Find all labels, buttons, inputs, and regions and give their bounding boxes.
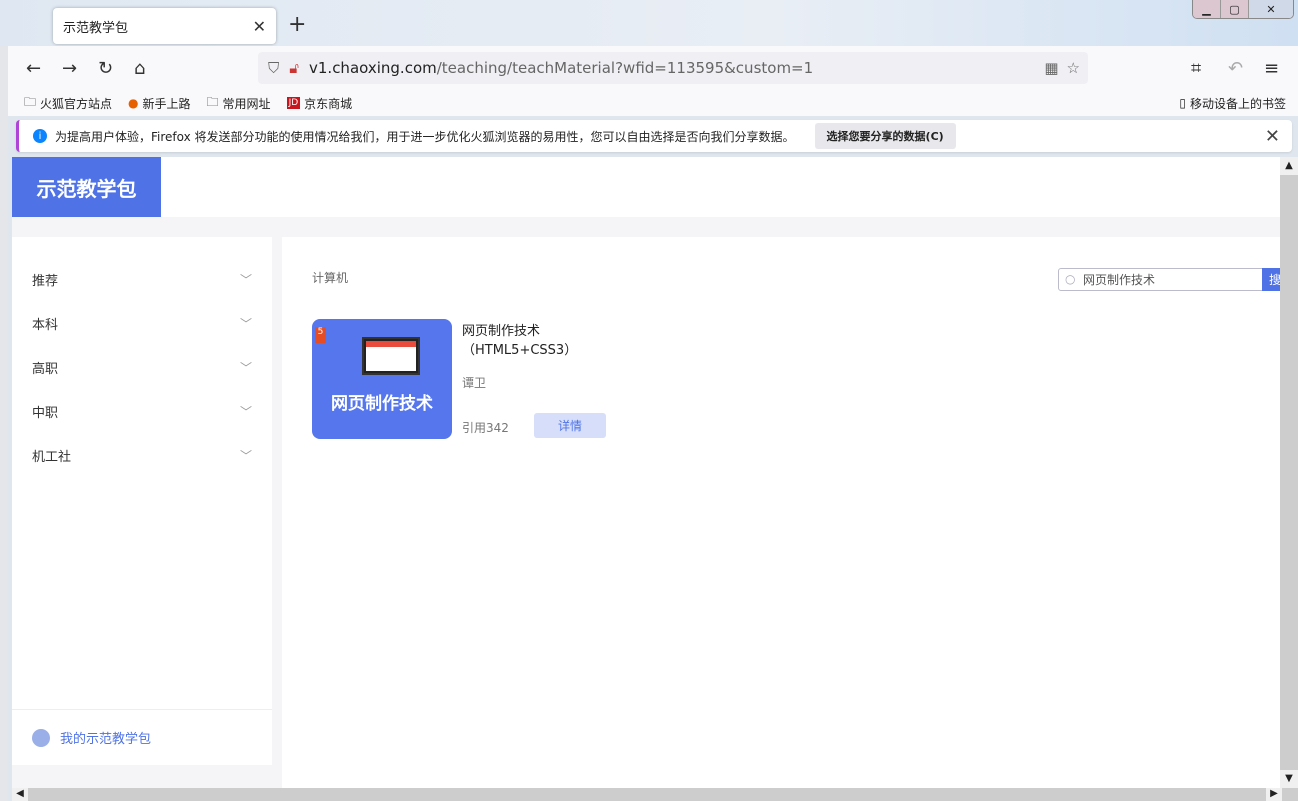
- sidebar-item-publisher[interactable]: 机工社 ﹀: [12, 433, 272, 477]
- shield-icon[interactable]: ⛉: [268, 59, 279, 77]
- devices-illustration: [362, 337, 420, 375]
- bookmark-label: 火狐官方站点: [40, 96, 113, 111]
- notice-text: 为提高用户体验，Firefox 将发送部分功能的使用情况给我们，用于进一步优化火…: [55, 129, 795, 144]
- undo-icon[interactable]: ↶: [1228, 58, 1243, 79]
- sidebar-item-label: 机工社: [32, 449, 72, 465]
- sidebar: 推荐 ﹀ 本科 ﹀ 高职 ﹀ 中职 ﹀ 机工社 ﹀ 我的示范教学包: [12, 237, 272, 765]
- bookmark-folder[interactable]: 🗀︎ 常用网址: [207, 93, 271, 114]
- bookmark-label: 新手上路: [142, 96, 191, 111]
- book-cover[interactable]: 5 网页制作技术: [312, 319, 452, 439]
- site-logo[interactable]: 示范教学包: [12, 157, 161, 217]
- scroll-down-icon[interactable]: ▼: [1280, 770, 1298, 788]
- chevron-down-icon: ﹀: [239, 404, 252, 419]
- browser-tab[interactable]: 示范教学包 ✕: [53, 8, 276, 44]
- detail-button[interactable]: 详情: [534, 413, 606, 438]
- firefox-icon: ●: [128, 96, 139, 110]
- close-window-button[interactable]: ✕: [1249, 0, 1293, 18]
- scroll-left-icon[interactable]: ◀: [12, 788, 28, 801]
- close-notice-icon[interactable]: ✕: [1265, 126, 1280, 147]
- bookmarks-bar: 🗀︎ 火狐官方站点 ● 新手上路 🗀︎ 常用网址 JD 京东商城 ▯ 移动设备上的书签: [8, 90, 1298, 116]
- folder-icon: 🗀︎: [206, 94, 219, 109]
- my-packages-label: 我的示范教学包: [60, 732, 152, 747]
- horizontal-scrollbar[interactable]: ◀ ▶: [12, 788, 1298, 801]
- chevron-down-icon: ﹀: [239, 360, 252, 375]
- desktop-edge: [0, 46, 8, 801]
- site-header: 示范教学包: [12, 157, 1280, 217]
- sidebar-item-undergrad[interactable]: 本科 ﹀: [12, 301, 272, 345]
- share-data-button[interactable]: 选择您要分享的数据(C): [814, 123, 956, 149]
- url-bar[interactable]: ⛉ 🔓︎ v1.chaoxing.com/teaching/teachMater…: [258, 52, 1088, 84]
- book-author: 谭卫: [462, 376, 487, 390]
- menu-icon[interactable]: ≡: [1264, 58, 1279, 79]
- chevron-down-icon: ﹀: [239, 316, 252, 331]
- book-title-line: （HTML5+CSS3）: [462, 343, 578, 358]
- book-title-line: 网页制作技术: [462, 324, 541, 339]
- bookmark[interactable]: ● 新手上路: [128, 95, 191, 112]
- url-path: /teaching/teachMaterial?wfid=113595&cust…: [436, 59, 814, 77]
- sidebar-item-secondary-vocational[interactable]: 中职 ﹀: [12, 389, 272, 433]
- vertical-scrollbar[interactable]: ▲ ▼: [1280, 157, 1298, 788]
- bookmark-label: 京东商城: [304, 96, 353, 111]
- new-tab-button[interactable]: +: [288, 12, 306, 37]
- my-packages-link[interactable]: 我的示范教学包: [12, 709, 272, 765]
- notification-bar: i 为提高用户体验，Firefox 将发送部分功能的使用情况给我们，用于进一步优…: [16, 120, 1292, 152]
- search-input[interactable]: ○ 网页制作技术: [1058, 268, 1268, 291]
- sidebar-item-label: 中职: [32, 405, 59, 421]
- title-bar: 示范教学包 ✕ + ▁ ▢ ✕: [0, 0, 1298, 46]
- sidebar-item-label: 高职: [32, 361, 59, 377]
- info-icon: i: [33, 129, 47, 143]
- search-value: 网页制作技术: [1083, 273, 1156, 287]
- mobile-bookmarks[interactable]: ▯ 移动设备上的书签: [1179, 95, 1286, 112]
- phone-icon: ▯: [1179, 96, 1186, 110]
- chevron-down-icon: ﹀: [239, 448, 252, 463]
- home-icon[interactable]: ⌂: [134, 58, 145, 79]
- scroll-up-icon[interactable]: ▲: [1280, 157, 1298, 175]
- sidebar-item-recommend[interactable]: 推荐 ﹀: [12, 257, 272, 301]
- html5-badge-icon: 5: [315, 327, 326, 343]
- maximize-button[interactable]: ▢: [1221, 0, 1249, 18]
- category-title: 计算机: [312, 271, 349, 285]
- back-icon[interactable]: ←: [26, 58, 41, 79]
- bookmark[interactable]: JD 京东商城: [286, 95, 353, 112]
- bookmark-label: 移动设备上的书签: [1189, 96, 1286, 111]
- forward-icon[interactable]: →: [62, 58, 77, 79]
- screenshot-icon[interactable]: ⌗: [1191, 58, 1201, 79]
- main-content: 计算机 ○ 网页制作技术 搜 5 网页制作技术 网页制作技术 （HTML5+CSS3…: [282, 237, 1280, 788]
- insecure-lock-icon[interactable]: 🔓︎: [289, 59, 299, 77]
- sidebar-item-vocational-college[interactable]: 高职 ﹀: [12, 345, 272, 389]
- url-host: v1.chaoxing.com: [309, 59, 437, 77]
- bookmark-label: 常用网址: [222, 96, 271, 111]
- jd-icon: JD: [286, 97, 301, 109]
- window-controls: ▁ ▢ ✕: [1192, 0, 1294, 19]
- book-title[interactable]: 网页制作技术 （HTML5+CSS3）: [462, 322, 577, 360]
- star-icon[interactable]: ☆: [1067, 59, 1080, 77]
- book-info: 网页制作技术 （HTML5+CSS3） 谭卫: [462, 322, 577, 391]
- chevron-down-icon: ﹀: [239, 272, 252, 287]
- search-button[interactable]: 搜: [1262, 268, 1280, 291]
- qr-code-icon[interactable]: ▦: [1044, 59, 1058, 77]
- minimize-button[interactable]: ▁: [1193, 0, 1221, 18]
- citation-count: 引用342: [462, 421, 509, 435]
- sidebar-item-label: 推荐: [32, 273, 59, 289]
- reload-icon[interactable]: ↻: [98, 58, 113, 79]
- scroll-right-icon[interactable]: ▶: [1266, 788, 1282, 801]
- sidebar-item-label: 本科: [32, 317, 59, 333]
- bookmark-folder[interactable]: 🗀︎ 火狐官方站点: [24, 93, 112, 114]
- avatar-icon: [32, 728, 50, 747]
- folder-icon: 🗀︎: [24, 94, 37, 109]
- tab-title: 示范教学包: [63, 20, 129, 36]
- cover-title: 网页制作技术: [331, 394, 433, 414]
- search-icon: ○: [1065, 272, 1076, 286]
- nav-bar: ← → ↻ ⌂ ⛉ 🔓︎ v1.chaoxing.com/teaching/te…: [8, 46, 1298, 90]
- page: 示范教学包 推荐 ﹀ 本科 ﹀ 高职 ﹀ 中职 ﹀ 机工社 ﹀ 我的示范教学包 计算机 ○…: [12, 157, 1280, 788]
- close-tab-icon[interactable]: ✕: [253, 17, 266, 36]
